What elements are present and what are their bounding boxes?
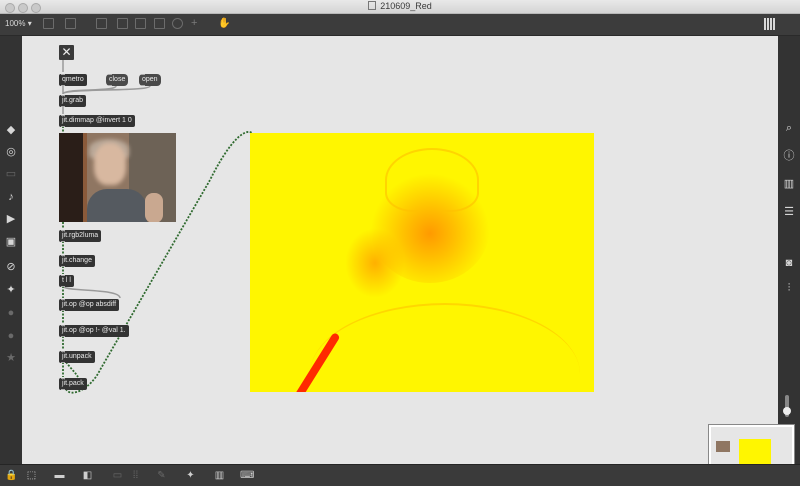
star-icon[interactable]: ★ (5, 352, 17, 364)
left-sidebar: ◆ ◎ ▭ ♪ ▶ ▣ ⊘ ✦ ● ● ★ (0, 36, 22, 464)
plug-icon[interactable]: ✦ (5, 284, 17, 296)
grid-snap-icon[interactable]: ⁞⁞ (130, 470, 141, 481)
preview-face (94, 143, 126, 185)
document-icon (368, 1, 377, 10)
object-jit-pack[interactable]: jit.pack (59, 378, 87, 390)
output-pwindow[interactable] (250, 133, 594, 392)
book-icon[interactable]: ▥ (783, 178, 795, 190)
window-titlebar: 210609_Red (0, 0, 800, 14)
navigator-output-thumb (739, 439, 771, 465)
dial-icon[interactable] (172, 18, 183, 29)
preview-body (87, 189, 147, 222)
zoom-value: 100% (5, 19, 26, 28)
object-jit-dimmap[interactable]: jit.dimmap @invert 1 0 (59, 115, 135, 127)
object-jit-op-absdiff[interactable]: jit.op @op absdiff (59, 299, 120, 311)
zoom-selector[interactable]: 100% ▾ (5, 19, 32, 28)
window-title-text: 210609_Red (380, 1, 432, 11)
mixer-icon[interactable]: ⫶ (783, 282, 795, 294)
windows-icon[interactable]: ◧ (82, 470, 93, 481)
toggle-glyph: ✕ (61, 45, 72, 59)
grid-icon[interactable]: ▭ (5, 168, 17, 180)
lock-icon[interactable]: 🔒 (5, 470, 17, 481)
patcher-toolbar: 100% ▾ + ✋ (0, 14, 800, 36)
message-close[interactable]: close (106, 74, 129, 86)
output-shoulder-outline (310, 303, 580, 392)
debug-icon[interactable]: ✎ (156, 470, 167, 481)
objects-icon[interactable]: ◆ (5, 124, 17, 136)
zoom-slider[interactable] (783, 395, 791, 417)
object-jit-rgb2luma[interactable]: jit.rgb2luma (59, 230, 102, 242)
webcam-preview[interactable] (59, 133, 176, 222)
preview-door (59, 133, 87, 222)
object-jit-op-val[interactable]: jit.op @op !- @val 1. (59, 325, 129, 337)
zoom-arrow: ▾ (27, 19, 32, 28)
button-icon[interactable] (117, 18, 128, 29)
right-sidebar: ⌕ ⓘ ▥ ☰ ◙ ⫶ (778, 36, 800, 464)
p-icon[interactable]: ● (5, 307, 17, 319)
keyboard-icon[interactable]: ⌨ (240, 470, 254, 481)
b-icon[interactable]: ● (5, 330, 17, 342)
object-t-l-l[interactable]: t l l (59, 275, 74, 287)
object-qmetro[interactable]: qmetro (59, 74, 87, 86)
piano-icon[interactable]: ▥ (214, 470, 225, 481)
preview-arm (145, 193, 163, 222)
link-icon[interactable]: ▭ (112, 470, 123, 481)
paperclip-icon[interactable]: ⊘ (5, 261, 17, 273)
output-cheek-glow (345, 228, 405, 298)
add-icon[interactable]: + (191, 18, 202, 29)
camera-icon[interactable]: ◙ (783, 257, 795, 269)
presentation-icon[interactable]: ⬚ (26, 470, 37, 481)
toggle-object[interactable]: ✕ (59, 45, 74, 60)
image-icon[interactable]: ▣ (5, 236, 17, 248)
play-icon[interactable]: ▶ (5, 213, 17, 225)
circle-icon[interactable]: ◎ (5, 146, 17, 158)
toggle-icon[interactable] (135, 18, 146, 29)
chat-icon[interactable]: ▬ (54, 470, 65, 481)
new-message-icon[interactable] (65, 18, 76, 29)
grid-toggle-icon[interactable] (764, 18, 776, 30)
object-jit-grab[interactable]: jit.grab (59, 95, 87, 107)
info-icon[interactable]: ⓘ (783, 150, 795, 162)
bottom-toolbar: 🔒 ⬚ ▬ ◧ ▭ ⁞⁞ ✎ ✦ ▥ ⌨ (0, 464, 800, 486)
hand-icon[interactable]: ✋ (218, 18, 230, 29)
list-icon[interactable]: ☰ (783, 206, 795, 218)
navigator-webcam-thumb (716, 441, 730, 452)
comment-icon[interactable] (96, 18, 107, 29)
new-object-icon[interactable] (43, 18, 54, 29)
object-jit-change[interactable]: jit.change (59, 255, 95, 267)
wrench-icon[interactable]: ✦ (185, 470, 196, 481)
note-icon[interactable]: ♪ (5, 191, 17, 203)
search-icon[interactable]: ⌕ (783, 122, 795, 134)
object-jit-unpack[interactable]: jit.unpack (59, 351, 95, 363)
number-icon[interactable] (154, 18, 165, 29)
window-title: 210609_Red (0, 0, 800, 13)
message-open[interactable]: open (139, 74, 161, 86)
